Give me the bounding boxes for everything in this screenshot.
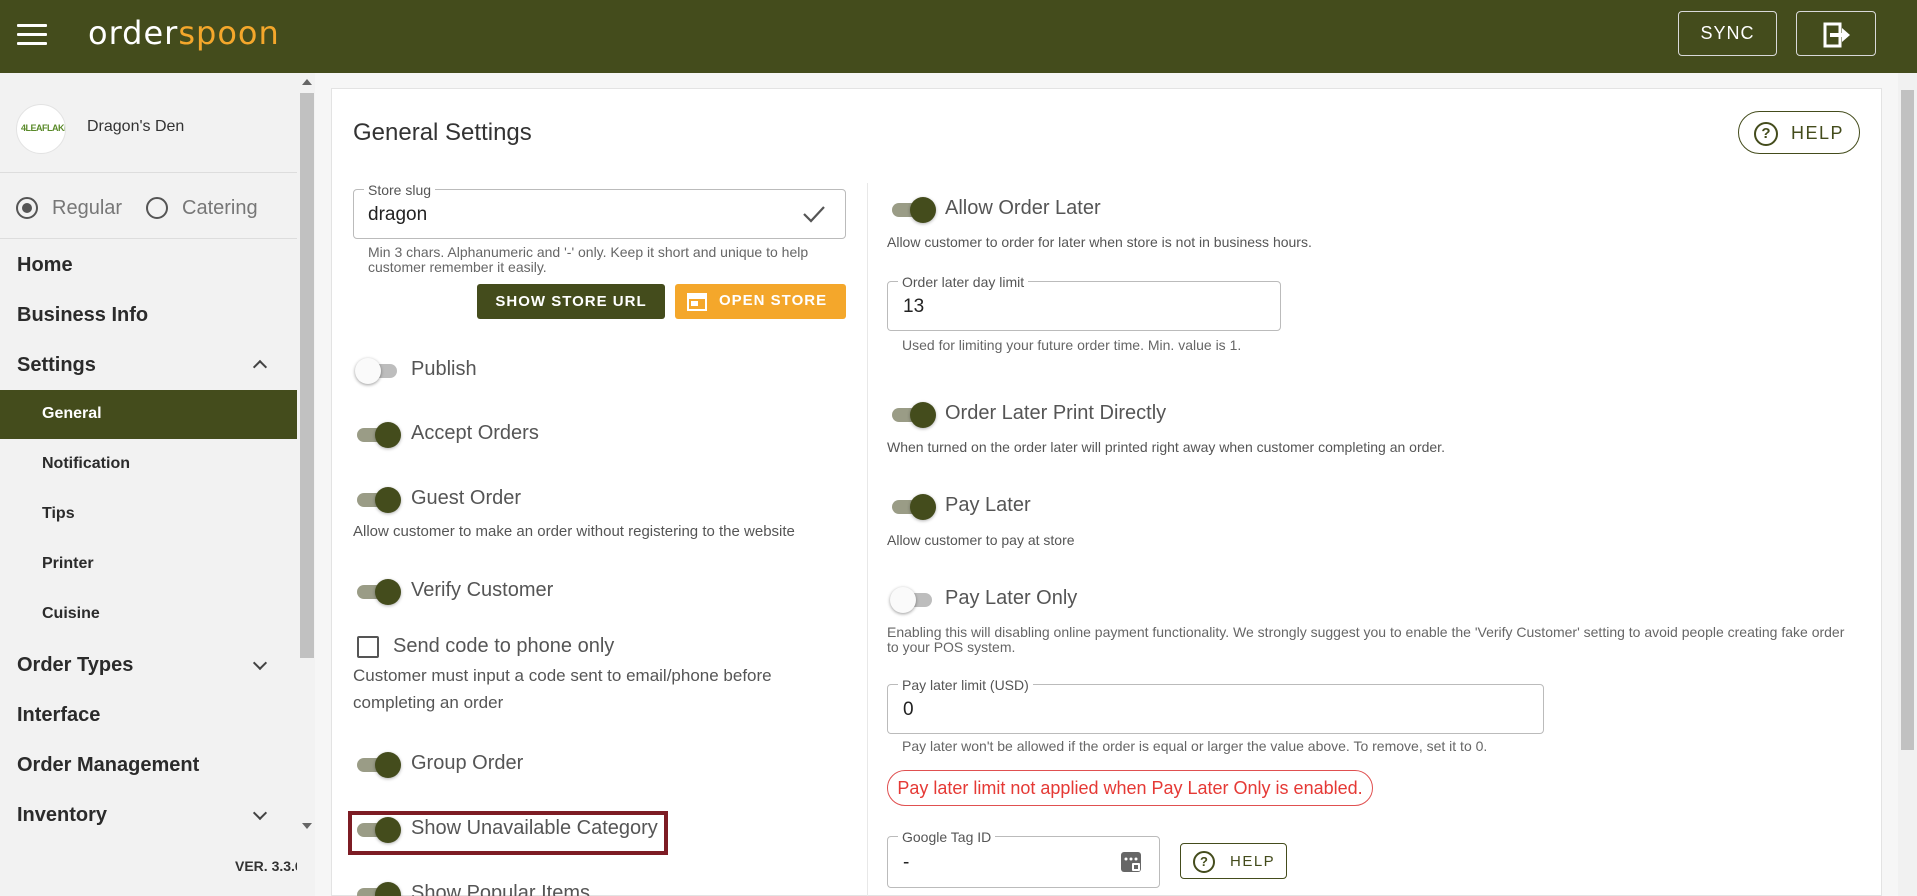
group-order-label: Group Order: [411, 752, 524, 774]
sidebar-scroll-thumb[interactable]: [300, 93, 314, 658]
top-bar: [0, 0, 1917, 73]
nav-home[interactable]: Home: [17, 254, 73, 277]
pay-limit-label: Pay later limit (USD): [898, 677, 1033, 693]
catering-radio[interactable]: [146, 197, 168, 219]
help-icon: ?: [1754, 122, 1778, 146]
gtag-label: Google Tag ID: [898, 829, 996, 845]
scroll-up-arrow-icon[interactable]: [302, 79, 312, 85]
send-code-checkbox[interactable]: [357, 636, 379, 658]
regular-label: Regular: [52, 197, 123, 219]
logout-button[interactable]: [1796, 11, 1876, 56]
verify-customer-desc: Customer must input a code sent to email…: [353, 666, 772, 712]
nav-inventory[interactable]: Inventory: [17, 804, 107, 827]
accept-orders-label: Accept Orders: [411, 422, 539, 444]
tag-icon[interactable]: [1120, 851, 1142, 873]
verify-customer-toggle[interactable]: [355, 578, 401, 605]
version-label: VER. 3.3.6: [235, 858, 303, 874]
gtag-input[interactable]: -: [903, 852, 909, 874]
print-directly-toggle[interactable]: [890, 401, 936, 428]
scroll-down-arrow-icon[interactable]: [302, 823, 312, 829]
nav-printer[interactable]: Printer: [42, 555, 94, 573]
allow-order-later-toggle[interactable]: [890, 196, 936, 223]
pay-later-toggle[interactable]: [890, 493, 936, 520]
page-title: General Settings: [353, 119, 532, 146]
catering-label: Catering: [182, 197, 258, 219]
nav-business-info[interactable]: Business Info: [17, 304, 148, 327]
pay-limit-alert: Pay later limit not applied when Pay Lat…: [887, 770, 1373, 806]
send-code-label: Send code to phone only: [393, 635, 615, 657]
show-unavailable-label: Show Unavailable Category: [411, 817, 658, 839]
store-slug-hint: Min 3 chars. Alphanumeric and '-' only. …: [368, 244, 809, 275]
nav-interface[interactable]: Interface: [17, 704, 100, 727]
group-order-toggle[interactable]: [355, 751, 401, 778]
pay-later-label: Pay Later: [945, 494, 1031, 516]
pay-limit-hint: Pay later won't be allowed if the order …: [902, 738, 1488, 754]
guest-order-desc: Allow customer to make an order without …: [353, 523, 795, 540]
pay-later-only-desc: Enabling this will disabling online paym…: [887, 624, 1845, 655]
logo: orderspoon: [88, 14, 280, 52]
print-directly-label: Order Later Print Directly: [945, 402, 1167, 424]
show-popular-label: Show Popular Items: [411, 882, 590, 896]
pay-later-desc: Allow customer to pay at store: [887, 532, 1075, 548]
nav-notification[interactable]: Notification: [42, 455, 130, 473]
order-later-limit-label: Order later day limit: [898, 274, 1029, 290]
show-unavailable-toggle[interactable]: [355, 816, 401, 843]
accept-orders-toggle[interactable]: [355, 421, 401, 448]
pay-limit-input[interactable]: 0: [903, 699, 914, 721]
open-store-button[interactable]: OPEN STORE: [675, 284, 846, 319]
help-icon: ?: [1193, 851, 1215, 873]
nav-order-management[interactable]: Order Management: [17, 754, 199, 777]
nav-cuisine[interactable]: Cuisine: [42, 605, 100, 623]
allow-order-later-label: Allow Order Later: [945, 197, 1101, 219]
check-icon: [803, 206, 825, 223]
nav-settings[interactable]: Settings: [17, 354, 96, 377]
print-directly-desc: When turned on the order later will prin…: [887, 439, 1445, 455]
show-popular-row: Show Popular Items: [340, 870, 860, 896]
order-later-limit-input[interactable]: 13: [903, 296, 924, 318]
column-divider: [867, 183, 868, 896]
main-scroll-thumb[interactable]: [1901, 90, 1914, 750]
regular-radio[interactable]: [16, 197, 38, 219]
menu-icon[interactable]: [17, 24, 47, 50]
pay-later-only-toggle[interactable]: [890, 586, 934, 613]
sync-button[interactable]: SYNC: [1678, 11, 1777, 56]
store-icon: [687, 293, 707, 311]
store-slug-input[interactable]: dragon: [368, 204, 427, 226]
publish-toggle[interactable]: [355, 357, 399, 384]
nav-tips[interactable]: Tips: [42, 505, 75, 523]
gtag-help-button[interactable]: ? HELP: [1180, 843, 1287, 879]
allow-order-later-desc: Allow customer to order for later when s…: [887, 234, 1312, 250]
verify-customer-label: Verify Customer: [411, 579, 554, 601]
guest-order-label: Guest Order: [411, 487, 522, 509]
pay-later-only-label: Pay Later Only: [945, 587, 1078, 609]
logout-icon: [1823, 22, 1850, 48]
show-popular-toggle[interactable]: [355, 881, 401, 896]
nav-general[interactable]: General: [0, 390, 297, 439]
show-store-url-button[interactable]: SHOW STORE URL: [477, 284, 665, 319]
help-button[interactable]: ? HELP: [1738, 111, 1860, 154]
guest-order-toggle[interactable]: [355, 486, 401, 513]
publish-label: Publish: [411, 358, 477, 380]
store-avatar: 4LEAFLAKE: [16, 104, 66, 154]
order-later-limit-hint: Used for limiting your future order time…: [902, 337, 1242, 353]
store-name: Dragon's Den: [87, 118, 185, 135]
store-slug-label: Store slug: [364, 182, 436, 198]
nav-order-types[interactable]: Order Types: [17, 654, 133, 677]
